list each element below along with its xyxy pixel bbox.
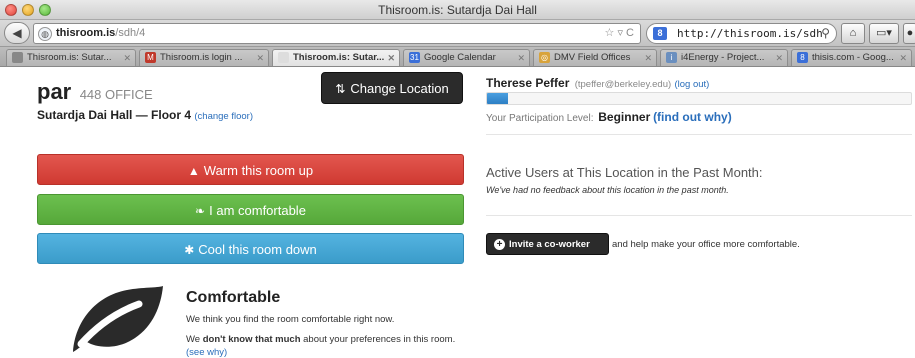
participation-level: Your Participation Level: Beginner (find…	[486, 110, 732, 124]
divider	[486, 134, 912, 135]
comfort-status-heading: Comfortable	[186, 289, 281, 306]
note-pre: We	[186, 334, 203, 345]
close-tab-icon[interactable]: ✕	[123, 50, 131, 66]
i4energy-icon: i	[666, 52, 677, 63]
close-tab-icon[interactable]: ✕	[899, 50, 907, 66]
room-code: par	[37, 79, 72, 104]
divider	[486, 215, 912, 216]
see-why-link[interactable]: (see why)	[186, 347, 227, 358]
swap-icon: ⇅	[335, 82, 346, 96]
google-icon: 8	[797, 52, 808, 63]
tab-dmv-field-offices[interactable]: ◎ DMV Field Offices ✕	[533, 49, 657, 66]
close-tab-icon[interactable]: ✕	[517, 50, 525, 66]
close-tab-icon[interactable]: ✕	[644, 50, 652, 66]
window-titlebar: Thisroom.is: Sutardja Dai Hall	[0, 0, 915, 20]
change-floor-link[interactable]: (change floor)	[194, 111, 253, 122]
find-out-why-link[interactable]: (find out why)	[653, 110, 732, 124]
tab-thisroom-login[interactable]: M Thisroom.is login ... ✕	[139, 49, 269, 66]
comfort-status-text: We think you find the room comfortable r…	[186, 314, 395, 325]
change-location-button[interactable]: ⇅ Change Location	[321, 72, 463, 104]
tab-label: Google Calendar	[424, 52, 496, 63]
tab-bar: Thisroom.is: Sutar... ✕ M Thisroom.is lo…	[0, 47, 915, 67]
tab-thisroom-active[interactable]: Thisroom.is: Sutar... ✕	[272, 49, 400, 66]
participation-progress-fill	[487, 93, 509, 104]
navigation-toolbar: ◀ ◍ thisroom.is/sdh/4 ☆ ▿ C 8 http://thi…	[0, 20, 915, 47]
plus-icon: +	[494, 239, 505, 250]
user-email: (tpeffer@berkeley.edu)	[574, 79, 672, 90]
tab-label: Thisroom.is: Sutar...	[293, 52, 385, 63]
window-title: Thisroom.is: Sutardja Dai Hall	[378, 3, 537, 17]
tab-label: i4Energy - Project...	[681, 52, 765, 63]
room-office: 448 OFFICE	[79, 87, 153, 102]
search-value: http://thisroom.is/sdh	[677, 27, 823, 40]
tab-google-calendar[interactable]: 31 Google Calendar ✕	[403, 49, 530, 66]
invite-coworker-button[interactable]: + Invite a co-worker	[486, 233, 609, 255]
calendar-icon: 31	[409, 52, 420, 63]
warm-room-button[interactable]: ▲ Warm this room up	[37, 154, 464, 185]
url-host: thisroom.is	[56, 27, 116, 39]
tab-i4energy[interactable]: i i4Energy - Project... ✕	[660, 49, 788, 66]
tab-thisroom-1[interactable]: Thisroom.is: Sutar... ✕	[6, 49, 136, 66]
invite-description: and help make your office more comfortab…	[612, 239, 800, 250]
url-path: /sdh/4	[115, 27, 146, 39]
close-tab-icon[interactable]: ✕	[775, 50, 783, 66]
close-tab-icon[interactable]: ✕	[256, 50, 264, 66]
tab-thisis-google[interactable]: 8 thisis.com - Goog... ✕	[791, 49, 912, 66]
page-content: par 448 OFFICE Sutardja Dai Hall — Floor…	[0, 67, 915, 358]
close-tab-icon[interactable]: ✕	[387, 50, 395, 66]
participation-progress-bar	[486, 92, 912, 105]
warm-label: Warm this room up	[203, 163, 314, 178]
search-engine-icon[interactable]: 8	[653, 27, 667, 40]
search-icon[interactable]: ⚲	[821, 24, 830, 43]
active-users-note: We've had no feedback about this locatio…	[486, 185, 729, 195]
url-bar[interactable]: ◍ thisroom.is/sdh/4 ☆ ▿ C	[33, 23, 641, 44]
home-icon: ⌂	[849, 27, 857, 39]
tab-label: Thisroom.is: Sutar...	[27, 52, 112, 63]
leaf-icon	[73, 286, 163, 352]
page-icon	[278, 52, 289, 63]
note-post: about your preferences in this room.	[300, 334, 456, 345]
invite-label: Invite a co-worker	[509, 239, 590, 250]
logout-link[interactable]: (log out)	[675, 79, 710, 90]
user-line: Therese Peffer (tpeffer@berkeley.edu) (l…	[486, 76, 709, 90]
back-button[interactable]: ◀	[4, 22, 30, 44]
bookmarks-menu-button[interactable]: ▭▾	[869, 23, 899, 44]
room-title: par 448 OFFICE	[37, 79, 153, 105]
participation-label: Your Participation Level:	[486, 113, 594, 124]
search-input[interactable]: 8 http://thisroom.is/sdh ⚲	[646, 23, 837, 44]
preferences-note: We don't know that much about your prefe…	[186, 333, 456, 358]
back-arrow-icon: ◀	[12, 26, 22, 40]
active-users-heading: Active Users at This Location in the Pas…	[486, 165, 763, 180]
home-button[interactable]: ⌂	[841, 23, 865, 44]
tab-label: thisis.com - Goog...	[812, 52, 894, 63]
cool-room-button[interactable]: ✱ Cool this room down	[37, 233, 464, 264]
gmail-icon: M	[145, 52, 156, 63]
menu-icon: ▭▾	[876, 27, 892, 39]
dmv-icon: ◎	[539, 52, 550, 63]
flame-icon: ▲	[187, 164, 200, 178]
floor-line: Sutardja Dai Hall — Floor 4 (change floo…	[37, 108, 253, 122]
user-name: Therese Peffer	[486, 76, 570, 90]
tab-favicon	[12, 52, 23, 63]
addon-button[interactable]: ●	[903, 23, 915, 44]
tab-label: Thisroom.is login ...	[160, 52, 243, 63]
leaf-small-icon: ❧	[195, 204, 206, 218]
site-identity-icon[interactable]: ◍	[38, 27, 52, 41]
change-location-label: Change Location	[350, 81, 449, 96]
addon-icon: ●	[906, 27, 914, 39]
comfortable-button[interactable]: ❧ I am comfortable	[37, 194, 464, 225]
comfortable-label: I am comfortable	[209, 203, 306, 218]
cool-label: Cool this room down	[198, 242, 317, 257]
participation-value: Beginner	[598, 110, 651, 124]
floor-name: Sutardja Dai Hall — Floor 4	[37, 108, 192, 122]
note-bold: don't know that much	[202, 334, 301, 345]
bookmark-reload-icons[interactable]: ☆ ▿ C	[605, 24, 634, 43]
snowflake-icon: ✱	[184, 243, 195, 257]
tab-label: DMV Field Offices	[554, 52, 631, 63]
